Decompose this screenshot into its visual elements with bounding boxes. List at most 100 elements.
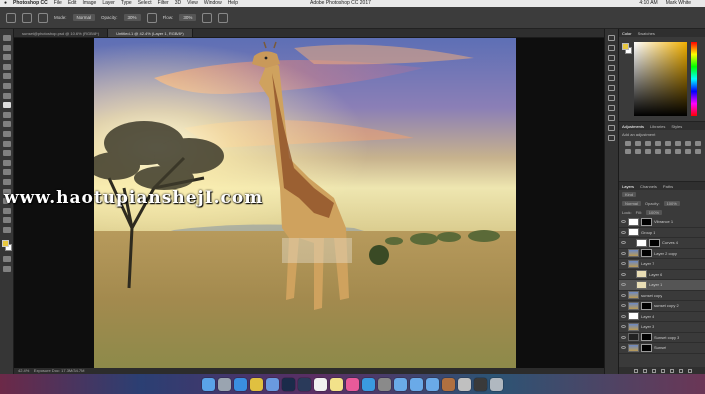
layer-thumbnail[interactable] (636, 280, 647, 289)
tab-color[interactable]: Color (622, 31, 632, 36)
visibility-eye-icon[interactable] (621, 325, 626, 329)
layer-thumbnail[interactable] (628, 333, 639, 342)
posterize-icon[interactable] (665, 149, 671, 154)
layer-row[interactable]: Layer 6 (619, 270, 705, 280)
tab-adjustments[interactable]: Adjustments (622, 124, 644, 129)
hue-slider[interactable] (691, 42, 697, 116)
zoom-level[interactable]: 42.4% (18, 368, 29, 373)
hand-tool-icon[interactable] (2, 207, 11, 214)
menu-type[interactable]: Type (121, 0, 132, 7)
menu-help[interactable]: Help (228, 0, 238, 7)
brightness-icon[interactable] (625, 141, 631, 146)
layer-thumbnail[interactable] (628, 217, 639, 226)
menu-image[interactable]: Image (82, 0, 96, 7)
visibility-eye-icon[interactable] (621, 314, 626, 318)
launchpad-icon[interactable] (218, 377, 231, 391)
move-tool-icon[interactable] (2, 35, 11, 41)
foreground-color-swatch[interactable] (1, 240, 9, 248)
layer-mask-thumbnail[interactable] (641, 217, 652, 226)
visibility-eye-icon[interactable] (621, 335, 626, 339)
layer-thumbnail[interactable] (628, 301, 639, 310)
foreground-color-chip[interactable] (622, 43, 629, 50)
tab-channels[interactable]: Channels (640, 184, 657, 189)
timeline-icon[interactable] (608, 135, 615, 141)
layer-mask-thumbnail[interactable] (641, 333, 652, 342)
hue-saturation-icon[interactable] (675, 141, 681, 146)
apple-icon[interactable]: ● (4, 0, 7, 7)
notes-icon[interactable] (330, 377, 343, 391)
menu-file[interactable]: File (54, 0, 62, 7)
vibrance-icon[interactable] (665, 141, 671, 146)
brush-preset-icon[interactable] (22, 12, 32, 23)
eraser-tool-icon[interactable] (2, 130, 11, 137)
folder-icon[interactable] (669, 368, 674, 373)
folder-icon[interactable] (410, 377, 423, 391)
layer-row[interactable]: Curves 4 (619, 238, 705, 249)
color-field[interactable] (634, 42, 687, 116)
exposure-icon[interactable] (655, 141, 661, 146)
fx-icon[interactable] (642, 368, 647, 373)
visibility-eye-icon[interactable] (621, 241, 626, 245)
layer-mask-thumbnail[interactable] (641, 249, 652, 258)
mail-icon[interactable] (266, 377, 279, 391)
healing-tool-icon[interactable] (2, 92, 11, 99)
trash-icon[interactable] (490, 377, 503, 391)
visibility-eye-icon[interactable] (621, 262, 626, 266)
menu-3d[interactable]: 3D (175, 0, 181, 7)
tab-sunset-doc[interactable]: sunset@photoshop.psd @ 10.6% (RGB/8*) (14, 29, 109, 37)
user-name[interactable]: Mark White (666, 0, 691, 7)
chrome-icon[interactable] (250, 377, 263, 391)
menu-view[interactable]: View (187, 0, 198, 7)
pen-tool-icon[interactable] (2, 169, 11, 176)
crop-tool-icon[interactable] (2, 73, 11, 80)
kind-filter[interactable]: Kind (622, 192, 637, 197)
script-icon[interactable] (458, 377, 471, 391)
blur-tool-icon[interactable] (2, 150, 11, 157)
visibility-eye-icon[interactable] (621, 283, 626, 287)
layer-thumbnail[interactable] (636, 238, 647, 247)
screenshot-icon[interactable] (474, 377, 487, 391)
layer-thumbnail[interactable] (628, 228, 639, 237)
color-swatches[interactable] (1, 240, 12, 252)
pressure-opacity-icon[interactable] (146, 12, 157, 23)
properties-icon[interactable] (608, 45, 615, 51)
folder-icon[interactable] (394, 377, 407, 391)
curves-icon[interactable] (645, 141, 651, 146)
photo-filter-icon[interactable] (625, 149, 631, 154)
brush-tool-icon[interactable] (2, 102, 11, 109)
mode-select[interactable]: Normal (72, 14, 96, 21)
photoshop-icon[interactable] (282, 377, 295, 391)
layer-thumbnail[interactable] (628, 312, 639, 321)
tab-paths[interactable]: Paths (663, 184, 673, 189)
photo-icon[interactable] (442, 377, 455, 391)
eyedropper-tool-icon[interactable] (2, 82, 11, 89)
visibility-eye-icon[interactable] (621, 230, 626, 234)
type-tool-icon[interactable] (2, 178, 11, 185)
link-icon[interactable] (633, 368, 638, 373)
selective-color-icon[interactable] (695, 149, 701, 154)
layer-thumbnail[interactable] (628, 249, 639, 258)
visibility-eye-icon[interactable] (621, 251, 626, 255)
settings-icon[interactable] (378, 377, 391, 391)
history-brush-tool-icon[interactable] (2, 121, 11, 128)
finder-icon[interactable] (202, 377, 215, 391)
safari-icon[interactable] (234, 377, 247, 391)
marquee-tool-icon[interactable] (2, 44, 11, 51)
clone-stamp-tool-icon[interactable] (2, 111, 11, 118)
flow-field[interactable]: 30% (179, 14, 197, 21)
menu-window[interactable]: Window (204, 0, 222, 7)
history-icon[interactable] (608, 35, 615, 41)
black-white-icon[interactable] (695, 141, 701, 146)
color-lookup-icon[interactable] (645, 149, 651, 154)
brush-panel-icon[interactable] (608, 55, 615, 61)
menu-filter[interactable]: Filter (158, 0, 169, 7)
dodge-tool-icon[interactable] (2, 159, 11, 166)
trash-icon[interactable] (687, 368, 692, 373)
layer-row[interactable]: Layer 4 (619, 312, 705, 322)
layer-row[interactable]: Layer 2 copy (619, 249, 705, 259)
fill-field[interactable]: 100% (645, 210, 663, 215)
layer-row[interactable]: Sunset (619, 343, 705, 354)
airbrush-icon[interactable] (202, 12, 213, 23)
layer-thumbnail[interactable] (628, 291, 639, 300)
tab-libraries[interactable]: Libraries (650, 124, 665, 129)
